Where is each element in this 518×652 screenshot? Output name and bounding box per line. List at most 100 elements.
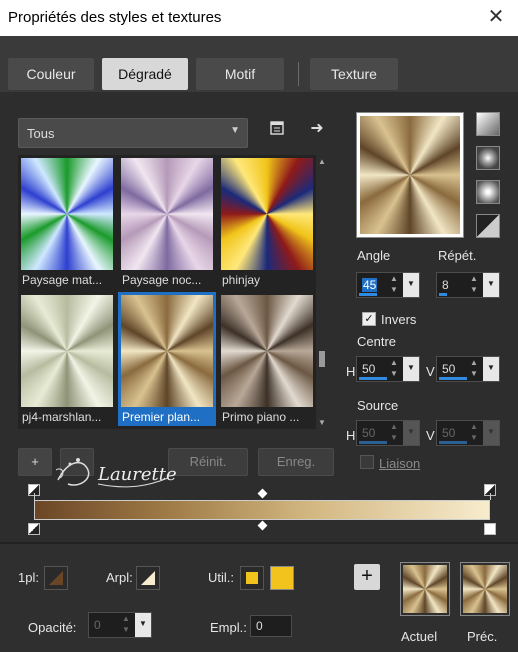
angle-value: 45 [362, 278, 378, 292]
add-gradient-button[interactable]: + [18, 448, 52, 476]
bg-label: Arpl: [106, 570, 133, 585]
gradient-thumbnail [121, 295, 213, 407]
radial-style-icon[interactable] [476, 180, 500, 204]
source-v-value: 50 [442, 426, 456, 440]
center-h-field[interactable]: 50 ▲ ▼ ▼ [356, 356, 420, 382]
marker-line [34, 493, 35, 500]
source-h-field[interactable]: 50 ▲ ▼ ▼ [356, 420, 420, 446]
gradient-thumbnail [221, 295, 313, 407]
spin-arrows-icon[interactable]: ▲ ▼ [387, 273, 401, 297]
dropdown-icon[interactable]: ▼ [483, 421, 499, 445]
gradient-library: Paysage mat... Paysage noc... phinjay pj… [18, 155, 320, 429]
dropdown-icon[interactable]: ▼ [403, 357, 419, 381]
angle-field[interactable]: 45 ▲ ▼ ▼ [356, 272, 420, 298]
gradient-thumbnail [21, 158, 113, 270]
gradient-item-selected[interactable]: Premier plan... [118, 292, 216, 426]
gradient-item[interactable]: Primo piano ... [218, 292, 316, 426]
bg-triangle-icon [141, 571, 155, 585]
add-marker-button[interactable]: + [354, 564, 380, 590]
previous-label: Préc. [467, 629, 498, 644]
source-h-value: 50 [362, 426, 376, 440]
link-label: Liaison [379, 456, 421, 471]
gradient-name: Paysage mat... [22, 273, 103, 287]
dropdown-icon[interactable]: ▼ [135, 613, 151, 637]
spin-arrows-icon[interactable]: ▲ ▼ [467, 357, 481, 381]
angle-slider[interactable] [359, 293, 377, 296]
gradient-preview[interactable] [356, 112, 464, 238]
spin-arrows-icon[interactable]: ▲ ▼ [467, 273, 481, 297]
tab-motif[interactable]: Motif [196, 58, 284, 90]
location-field[interactable]: 0 [250, 615, 292, 637]
center-v-field[interactable]: 50 ▲ ▼ ▼ [436, 356, 500, 382]
source-label: Source [357, 398, 399, 413]
library-scrollbar[interactable]: ▲ ▼ [316, 155, 328, 429]
gradient-item[interactable]: Paysage noc... [118, 155, 216, 289]
fg-label: 1pl: [18, 570, 39, 585]
fg-color-marker-icon[interactable] [28, 523, 40, 535]
spin-arrows-icon[interactable]: ▲ ▼ [119, 613, 133, 637]
invert-label: Invers [381, 312, 417, 327]
source-v-field[interactable]: 50 ▲ ▼ ▼ [436, 420, 500, 446]
category-dropdown[interactable]: Tous ▼ [18, 118, 248, 148]
gradient-thumbnail [21, 295, 113, 407]
invert-checkbox[interactable]: ✓ [362, 312, 376, 326]
location-label: Empl.: [210, 620, 247, 635]
spin-arrows-icon[interactable]: ▲ ▼ [387, 357, 401, 381]
gradient-item[interactable]: phinjay [218, 155, 316, 289]
linear-style-icon[interactable] [476, 112, 500, 136]
bg-swatch[interactable] [136, 566, 160, 590]
opacity-value: 0 [94, 618, 101, 632]
source-v-label: V [426, 428, 435, 443]
scrollbar-thumb[interactable] [319, 351, 325, 367]
source-v-slider[interactable] [439, 441, 467, 444]
browse-folder-icon[interactable] [267, 120, 287, 140]
gradient-name: Primo piano ... [222, 410, 300, 424]
spin-arrows-icon[interactable]: ▲ ▼ [467, 421, 481, 445]
link-checkbox[interactable] [360, 455, 374, 469]
gradient-bar[interactable] [34, 500, 490, 520]
use-color-toggle[interactable] [240, 566, 264, 590]
gradient-item[interactable]: Paysage mat... [18, 155, 116, 289]
gradient-name: Paysage noc... [122, 273, 202, 287]
center-h-slider[interactable] [359, 377, 387, 380]
gradient-thumbnail [221, 158, 313, 270]
center-h-label: H [346, 364, 356, 379]
tab-couleur[interactable]: Couleur [8, 58, 94, 90]
dropdown-icon[interactable]: ▼ [403, 421, 419, 445]
center-label: Centre [357, 334, 397, 349]
spin-arrows-icon[interactable]: ▲ ▼ [387, 421, 401, 445]
gradient-name: Premier plan... [122, 410, 201, 424]
dropdown-icon[interactable]: ▼ [483, 357, 499, 381]
rectangular-style-icon[interactable] [476, 146, 500, 170]
center-h-value: 50 [362, 362, 376, 376]
dropdown-icon[interactable]: ▼ [403, 273, 419, 297]
arrow-right-icon[interactable]: ➜ [307, 119, 327, 139]
source-h-label: H [346, 428, 356, 443]
save-button[interactable]: Enreg. [258, 448, 334, 476]
use-color-swatch[interactable] [270, 566, 294, 590]
use-color-icon [246, 572, 258, 584]
repeat-field[interactable]: 8 ▲ ▼ ▼ [436, 272, 500, 298]
source-h-slider[interactable] [359, 441, 387, 444]
current-gradient-image [403, 565, 447, 613]
tab-separator [298, 62, 299, 86]
gradient-item[interactable]: pj4-marshlan... [18, 292, 116, 426]
reset-button[interactable]: Réinit. [168, 448, 248, 476]
close-icon[interactable]: ✕ [484, 6, 508, 30]
current-gradient-swatch[interactable] [400, 562, 450, 616]
dropdown-icon[interactable]: ▼ [483, 273, 499, 297]
previous-gradient-image [463, 565, 507, 613]
tab-bar: Couleur Dégradé Motif Texture [0, 36, 518, 92]
fg-swatch[interactable] [44, 566, 68, 590]
bg-color-marker-icon[interactable] [484, 523, 496, 535]
previous-gradient-swatch[interactable] [460, 562, 510, 616]
scroll-up-icon[interactable]: ▲ [316, 157, 328, 166]
sunburst-style-icon[interactable] [476, 214, 500, 238]
opacity-field[interactable]: 0 ▲ ▼ ▼ [88, 612, 152, 638]
tab-texture[interactable]: Texture [310, 58, 398, 90]
tab-degrade[interactable]: Dégradé [102, 58, 188, 90]
center-v-slider[interactable] [439, 377, 467, 380]
scroll-down-icon[interactable]: ▼ [316, 418, 328, 427]
repeat-slider[interactable] [439, 293, 447, 296]
repeat-label: Répét. [438, 248, 477, 263]
